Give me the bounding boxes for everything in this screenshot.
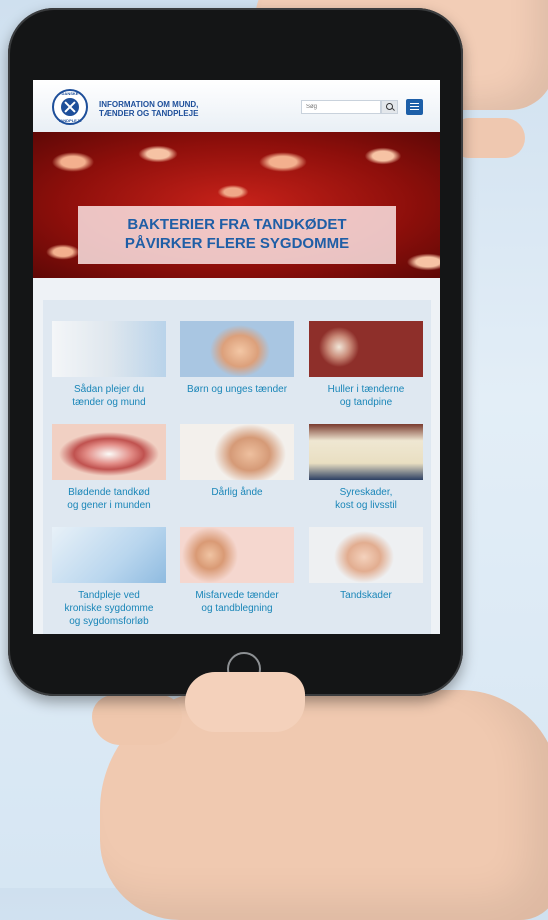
logo[interactable]: DANSKE TANDPLEJE xyxy=(52,89,88,125)
topic-label-line: Blødende tandkød xyxy=(68,487,150,498)
topic-card-cavities[interactable]: Huller i tænderne og tandpine xyxy=(309,321,423,409)
topic-card-bleeding-gums[interactable]: Blødende tandkød og gener i munden xyxy=(52,424,166,512)
topic-label: Huller i tænderne og tandpine xyxy=(309,383,423,409)
hero-banner[interactable]: BAKTERIER FRA TANDKØDET PÅVIRKER FLERE S… xyxy=(33,132,440,278)
hero-title-line-1: BAKTERIER FRA TANDKØDET xyxy=(127,216,347,233)
brand-line-2: TÆNDER OG TANDPLEJE xyxy=(99,109,199,118)
topic-grid: Sådan plejer du tænder og mund Børn og u… xyxy=(43,300,431,634)
topic-image-cavity xyxy=(309,321,423,377)
topic-image-blood-test xyxy=(52,527,166,583)
topic-label-line: og gener i munden xyxy=(67,500,151,511)
topic-label-line: og sygdomsforløb xyxy=(69,616,149,627)
topic-label-line: og tandblegning xyxy=(201,603,273,614)
topic-label-line: Huller i tænderne xyxy=(327,384,405,395)
brand-line-1: INFORMATION OM MUND, xyxy=(99,100,199,109)
topic-card-discolored-teeth[interactable]: Misfarvede tænder og tandblegning xyxy=(180,527,294,615)
logo-emblem-icon xyxy=(61,98,79,116)
hand-bottom-finger xyxy=(92,695,182,745)
topic-card-tooth-injuries[interactable]: Tandskader xyxy=(309,527,423,602)
topic-image-gums xyxy=(52,424,166,480)
topic-card-chronic-illness[interactable]: Tandpleje ved kroniske sygdomme og sygdo… xyxy=(52,527,166,628)
topic-label: Syreskader, kost og livsstil xyxy=(309,486,423,512)
topic-label: Sådan plejer du tænder og mund xyxy=(52,383,166,409)
topic-label-line: Dårlig ånde xyxy=(211,487,263,498)
topic-image-child xyxy=(180,321,294,377)
logo-text-bottom: TANDPLEJE xyxy=(58,118,82,123)
topic-label: Dårlig ånde xyxy=(180,486,294,499)
topic-card-tooth-care[interactable]: Sådan plejer du tænder og mund xyxy=(52,321,166,409)
site-header: DANSKE TANDPLEJE INFORMATION OM MUND, TÆ… xyxy=(33,80,440,132)
topic-card-bad-breath[interactable]: Dårlig ånde xyxy=(180,424,294,499)
hero-title-line-2: PÅVIRKER FLERE SYGDOMME xyxy=(124,235,350,252)
hand-bottom-thumb xyxy=(185,672,305,732)
search-input[interactable] xyxy=(301,100,381,114)
topic-label: Misfarvede tænder og tandblegning xyxy=(180,589,294,615)
site-brand[interactable]: INFORMATION OM MUND, TÆNDER OG TANDPLEJE xyxy=(99,100,249,118)
topic-label-line: Børn og unges tænder xyxy=(186,384,288,395)
logo-text-top: DANSKE xyxy=(61,91,79,96)
topic-label-line: Sådan plejer du xyxy=(73,384,145,395)
topic-image-smile xyxy=(180,527,294,583)
topic-label-line: Syreskader, xyxy=(339,487,393,498)
hero-title: BAKTERIER FRA TANDKØDET PÅVIRKER FLERE S… xyxy=(78,215,396,253)
topic-label-line: og tandpine xyxy=(339,397,393,408)
topic-image-breath xyxy=(180,424,294,480)
topic-label: Børn og unges tænder xyxy=(180,383,294,396)
topic-label-line: kroniske sygdomme xyxy=(64,603,154,614)
topic-label-line: tænder og mund xyxy=(72,397,146,408)
topic-image-toothbrush xyxy=(52,321,166,377)
topic-image-worn-teeth xyxy=(309,424,423,480)
hero-title-box: BAKTERIER FRA TANDKØDET PÅVIRKER FLERE S… xyxy=(78,206,396,264)
topic-card-acid-damage[interactable]: Syreskader, kost og livsstil xyxy=(309,424,423,512)
topic-label-line: Tandpleje ved xyxy=(78,590,140,601)
hamburger-menu-icon[interactable] xyxy=(406,99,423,115)
search-icon[interactable] xyxy=(381,100,398,114)
topic-image-injured-tooth xyxy=(309,527,423,583)
tablet-screen: DANSKE TANDPLEJE INFORMATION OM MUND, TÆ… xyxy=(33,80,440,634)
hand-right-finger xyxy=(455,118,525,158)
topic-label: Tandpleje ved kroniske sygdomme og sygdo… xyxy=(52,589,166,628)
topic-label: Tandskader xyxy=(309,589,423,602)
topic-label-line: Tandskader xyxy=(340,590,392,601)
topic-label-line: Misfarvede tænder xyxy=(195,590,279,601)
topic-label-line: kost og livsstil xyxy=(335,500,397,511)
topic-card-children-teeth[interactable]: Børn og unges tænder xyxy=(180,321,294,396)
topic-label: Blødende tandkød og gener i munden xyxy=(52,486,166,512)
